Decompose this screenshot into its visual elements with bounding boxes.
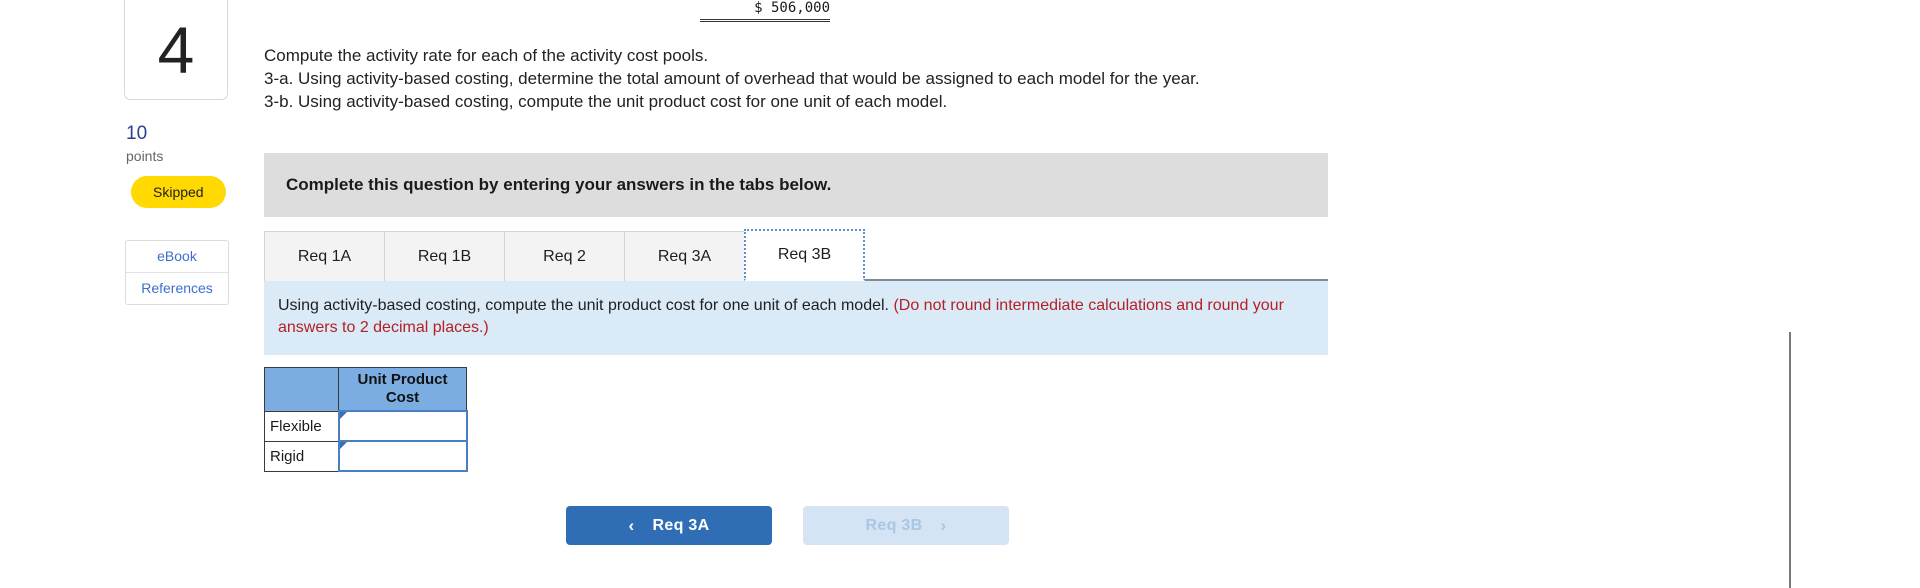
row-label-flexible: Flexible [264,410,339,442]
prev-requirement-label: Req 3A [652,516,710,534]
instruction-box: Using activity-based costing, compute th… [264,281,1328,355]
points-label: points [126,147,164,164]
references-button[interactable]: References [126,271,228,304]
prompt-line-1: Compute the activity rate for each of th… [264,46,709,65]
question-number: 4 [157,12,195,87]
right-divider-rule [1789,332,1791,588]
table-header-blank [264,367,339,412]
tab-req-1b[interactable]: Req 1B [384,231,505,281]
input-cell-rigid[interactable] [337,440,468,472]
residual-amount-value: $ 506,000 [700,0,830,22]
next-requirement-label: Req 3B [865,516,923,534]
points-value: 10 [126,123,148,144]
points-block: 10 points [124,123,232,164]
next-requirement-button[interactable]: Req 3B › [803,506,1009,545]
requirement-tabs: Req 1A Req 1B Req 2 Req 3A Req 3B [264,229,1328,281]
answer-panel: Complete this question by entering your … [264,153,1328,545]
table-row: Flexible [264,410,468,442]
question-prompt: Compute the activity rate for each of th… [264,44,1330,113]
table-header-unit-product-cost: Unit Product Cost [338,367,467,412]
main-content: Compute the activity rate for each of th… [264,44,1330,545]
question-number-card: 4 [124,0,228,100]
unit-cost-input-rigid[interactable] [339,442,466,470]
panel-heading: Complete this question by entering your … [264,153,1328,217]
tab-req-3a[interactable]: Req 3A [624,231,745,281]
unit-cost-input-flexible[interactable] [339,412,466,440]
cell-marker-icon [339,442,347,449]
table-header-row: Unit Product Cost [264,367,467,412]
cell-marker-icon [339,412,347,419]
input-cell-flexible[interactable] [337,410,468,442]
question-sidebar: 4 10 points Skipped eBook References [124,0,232,305]
chevron-right-icon: › [940,515,947,535]
chevron-left-icon: ‹ [628,515,635,535]
ebook-button[interactable]: eBook [126,241,228,272]
tab-navigation: ‹ Req 3A Req 3B › [566,506,1328,545]
tab-req-2[interactable]: Req 2 [504,231,625,281]
instruction-text: Using activity-based costing, compute th… [278,297,894,314]
prompt-line-3: 3-b. Using activity-based costing, compu… [264,92,948,111]
row-label-rigid: Rigid [264,440,339,472]
resource-button-group: eBook References [125,239,229,305]
prompt-line-2: 3-a. Using activity-based costing, deter… [264,69,1200,88]
tab-req-3b[interactable]: Req 3B [744,229,865,281]
table-row: Rigid [264,440,468,472]
unit-product-cost-table: Unit Product Cost Flexible Rigid [264,367,468,472]
status-badge: Skipped [131,175,226,208]
tab-req-1a[interactable]: Req 1A [264,231,385,281]
prev-requirement-button[interactable]: ‹ Req 3A [566,506,772,545]
